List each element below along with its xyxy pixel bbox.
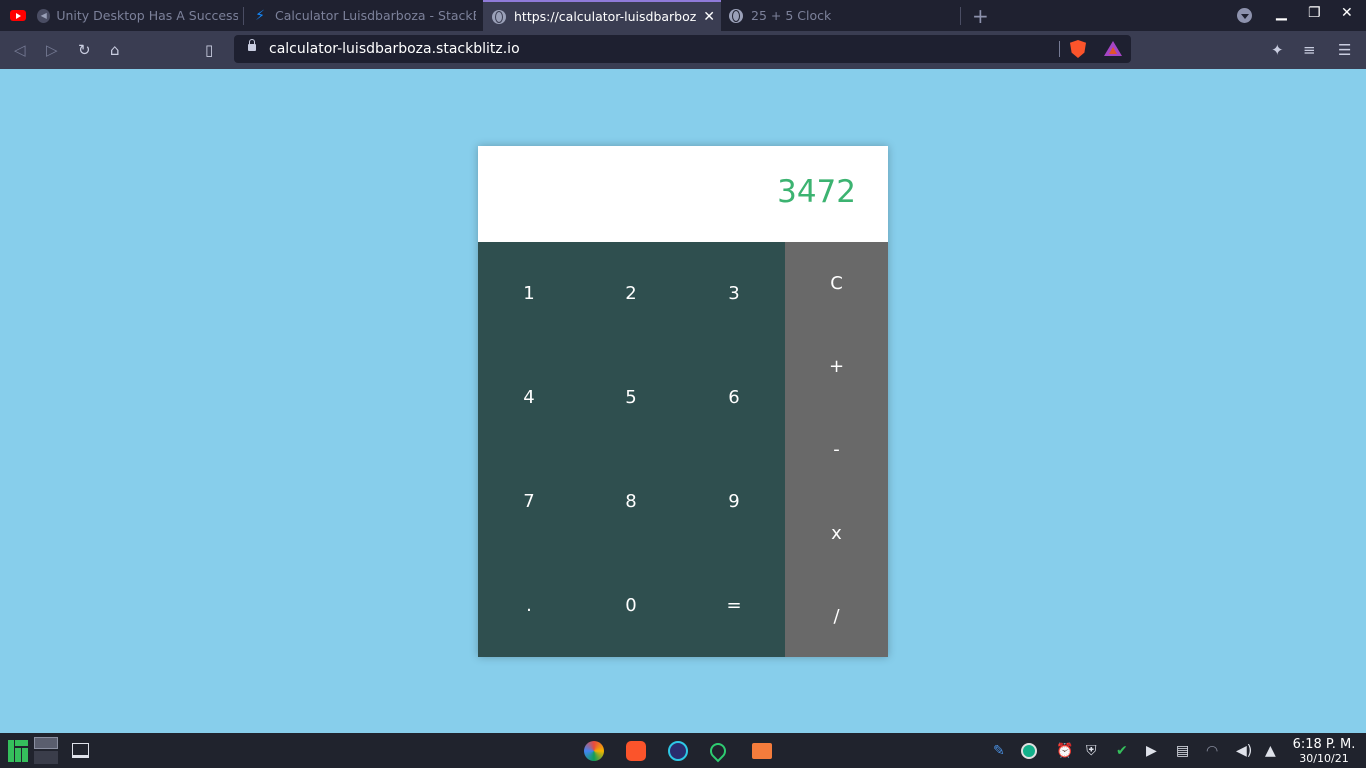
show-desktop-icon[interactable] xyxy=(72,743,89,758)
key-add[interactable]: + xyxy=(785,352,888,382)
address-divider xyxy=(1059,41,1060,57)
lock-icon[interactable] xyxy=(248,39,256,51)
desktop-pager[interactable] xyxy=(34,737,58,764)
volume-icon[interactable]: ◀) xyxy=(1236,742,1252,760)
menu-hamburger-icon[interactable]: ☰ xyxy=(1338,40,1351,60)
minimize-icon[interactable]: ▁ xyxy=(1276,5,1287,21)
calculator-display: 3472 xyxy=(478,146,888,242)
file-manager-folder-icon[interactable] xyxy=(752,743,772,759)
tab-clock[interactable]: 25 + 5 Clock xyxy=(728,0,956,31)
address-url[interactable]: calculator-luisdbarboza.stackblitz.io xyxy=(269,41,520,57)
manjaro-menu-icon[interactable] xyxy=(8,740,28,762)
shield-icon[interactable]: ⛨ xyxy=(1086,742,1097,760)
key-3[interactable]: 3 xyxy=(704,279,764,309)
home-icon[interactable]: ⌂ xyxy=(110,40,120,60)
clock-date: 30/10/21 xyxy=(1299,752,1349,765)
key-decimal[interactable]: . xyxy=(499,591,559,621)
stackblitz-bolt-icon: ⚡ xyxy=(255,7,265,24)
reload-icon[interactable]: ↻ xyxy=(78,40,91,60)
back-arrow-icon[interactable]: ◁ xyxy=(14,40,26,60)
key-4[interactable]: 4 xyxy=(499,383,559,413)
brave-rewards-icon[interactable] xyxy=(1104,41,1122,56)
status-dot-icon[interactable] xyxy=(1021,743,1037,759)
tab-search-dropdown-icon[interactable] xyxy=(1237,8,1252,23)
key-subtract[interactable]: - xyxy=(785,435,888,465)
calculator: 3472 1 2 3 4 5 6 7 8 9 . 0 = C + - x / xyxy=(478,146,888,657)
new-tab-plus-icon[interactable]: + xyxy=(972,4,989,28)
tab-calculator-active[interactable]: https://calculator-luisdbarboz ✕ xyxy=(483,0,721,31)
key-divide[interactable]: / xyxy=(785,602,888,632)
drop-app-icon[interactable] xyxy=(706,739,730,763)
tab-title: https://calculator-luisdbarboz xyxy=(514,9,697,24)
key-2[interactable]: 2 xyxy=(601,279,661,309)
tab-divider xyxy=(243,7,244,25)
key-5[interactable]: 5 xyxy=(601,383,661,413)
brave-shields-icon[interactable] xyxy=(1070,40,1086,58)
browser-toolbar: ◁ ▷ ↻ ⌂ ▯ calculator-luisdbarboza.stackb… xyxy=(0,31,1366,69)
tab-title: Unity Desktop Has A Successo xyxy=(56,8,238,23)
bookmark-icon[interactable]: ▯ xyxy=(205,40,213,60)
clipboard-icon[interactable]: ▤ xyxy=(1176,742,1189,760)
muted-speaker-icon[interactable]: ◀ xyxy=(37,8,51,23)
tab-strip: ◀ Unity Desktop Has A Successo ⚡ Calcula… xyxy=(0,0,1366,31)
tray-expand-arrow-icon[interactable]: ▲ xyxy=(1265,742,1276,760)
key-0[interactable]: 0 xyxy=(601,591,661,621)
tab-youtube[interactable]: ◀ Unity Desktop Has A Successo xyxy=(10,0,238,31)
notion-app-icon[interactable] xyxy=(668,741,688,761)
tab-title: 25 + 5 Clock xyxy=(751,8,832,23)
youtube-icon xyxy=(10,8,26,24)
window-close-icon[interactable]: ✕ xyxy=(1341,5,1353,21)
key-8[interactable]: 8 xyxy=(601,487,661,517)
address-bar[interactable]: calculator-luisdbarboza.stackblitz.io xyxy=(234,35,1131,63)
globe-icon xyxy=(728,8,744,24)
media-playlist-icon[interactable]: ≡ xyxy=(1303,40,1316,60)
number-pad: 1 2 3 4 5 6 7 8 9 . 0 = xyxy=(478,242,785,657)
tab-stackblitz[interactable]: ⚡ Calculator Luisdbarboza - StackBl xyxy=(252,0,476,31)
tab-divider xyxy=(960,7,961,25)
extensions-puzzle-icon[interactable]: ✦ xyxy=(1271,40,1284,60)
close-tab-icon[interactable]: ✕ xyxy=(703,9,715,25)
media-play-icon[interactable]: ▶ xyxy=(1146,742,1157,760)
key-clear[interactable]: C xyxy=(785,269,888,299)
update-check-icon[interactable]: ✔ xyxy=(1116,742,1128,760)
key-9[interactable]: 9 xyxy=(704,487,764,517)
tab-title: Calculator Luisdbarboza - StackBl xyxy=(275,8,476,23)
forward-arrow-icon[interactable]: ▷ xyxy=(46,40,58,60)
key-6[interactable]: 6 xyxy=(704,383,764,413)
system-taskbar: ✎ ⏰ ⛨ ✔ ▶ ▤ ◠ ◀) ▲ 6:18 P. M. 30/10/21 xyxy=(0,733,1366,768)
clock-time: 6:18 P. M. xyxy=(1292,737,1356,752)
key-multiply[interactable]: x xyxy=(785,519,888,549)
notifications-bell-icon[interactable]: ⏰ xyxy=(1056,742,1073,760)
pen-tool-icon[interactable]: ✎ xyxy=(993,742,1005,760)
key-7[interactable]: 7 xyxy=(499,487,559,517)
key-1[interactable]: 1 xyxy=(499,279,559,309)
key-equals[interactable]: = xyxy=(704,591,764,621)
display-value: 3472 xyxy=(777,174,856,210)
maximize-icon[interactable]: ❐ xyxy=(1308,5,1321,21)
operator-pad: C + - x / xyxy=(785,242,888,657)
wifi-icon[interactable]: ◠ xyxy=(1206,742,1218,760)
taskbar-clock[interactable]: 6:18 P. M. 30/10/21 xyxy=(1288,737,1360,765)
globe-icon xyxy=(491,9,507,25)
brave-browser-app-icon[interactable] xyxy=(626,741,646,761)
settings-gear-app-icon[interactable] xyxy=(584,741,604,761)
